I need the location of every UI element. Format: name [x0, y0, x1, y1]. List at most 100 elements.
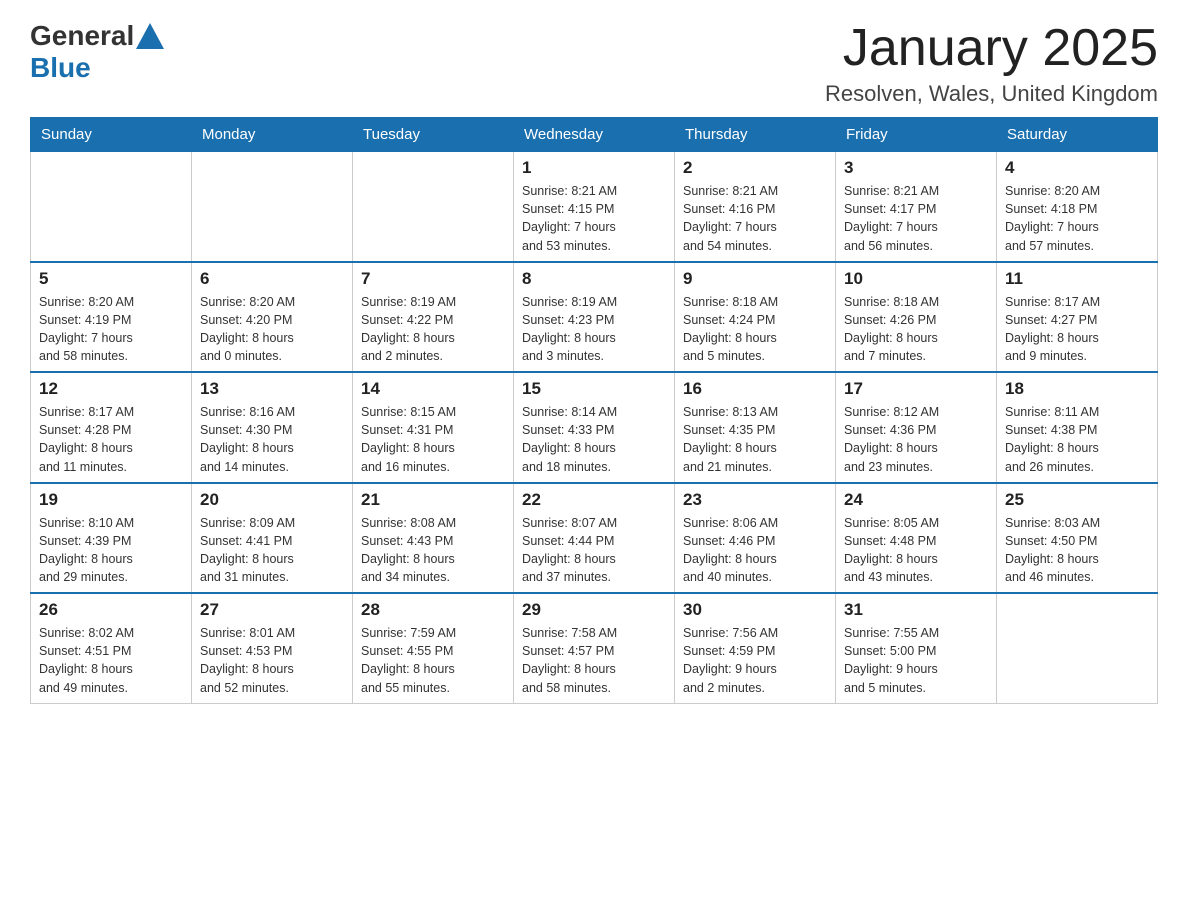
calendar-day-cell: 26Sunrise: 8:02 AMSunset: 4:51 PMDayligh…: [31, 593, 192, 703]
day-info: Sunrise: 7:59 AMSunset: 4:55 PMDaylight:…: [361, 624, 505, 697]
day-info: Sunrise: 8:15 AMSunset: 4:31 PMDaylight:…: [361, 403, 505, 476]
calendar-day-cell: 19 Sunrise: 8:10 AMSunset: 4:39 PMDayligh…: [31, 483, 192, 594]
day-info: Sunrise: 8:10 AMSunset: 4:39 PMDaylight:…: [39, 514, 183, 587]
calendar-day-cell: 16Sunrise: 8:13 AMSunset: 4:35 PMDayligh…: [675, 372, 836, 483]
day-info: Sunrise: 8:21 AMSunset: 4:15 PMDaylight:…: [522, 182, 666, 255]
day-number: 24: [844, 490, 988, 510]
calendar-day-cell: [997, 593, 1158, 703]
day-info: Sunrise: 8:08 AMSunset: 4:43 PMDaylight:…: [361, 514, 505, 587]
header-sunday: Sunday: [31, 118, 192, 152]
day-number: 11: [1005, 269, 1149, 289]
calendar-day-cell: 17 Sunrise: 8:12 AMSunset: 4:36 PMDayligh…: [836, 372, 997, 483]
calendar-day-cell: 13Sunrise: 8:16 AMSunset: 4:30 PMDayligh…: [192, 372, 353, 483]
day-info: Sunrise: 8:20 AMSunset: 4:19 PMDaylight:…: [39, 293, 183, 366]
calendar-day-cell: 30Sunrise: 7:56 AMSunset: 4:59 PMDayligh…: [675, 593, 836, 703]
day-number: 19: [39, 490, 183, 510]
calendar-day-cell: 31 Sunrise: 7:55 AMSunset: 5:00 PMDayligh…: [836, 593, 997, 703]
logo-blue-text: Blue: [30, 52, 91, 83]
day-info: Sunrise: 8:02 AMSunset: 4:51 PMDaylight:…: [39, 624, 183, 697]
day-info: Sunrise: 8:05 AMSunset: 4:48 PMDaylight:…: [844, 514, 988, 587]
calendar-table: Sunday Monday Tuesday Wednesday Thursday…: [30, 117, 1158, 704]
day-number: 3: [844, 158, 988, 178]
day-info: Sunrise: 8:12 AMSunset: 4:36 PMDaylight:…: [844, 403, 988, 476]
calendar-day-cell: 10 Sunrise: 8:18 AMSunset: 4:26 PMDayligh…: [836, 262, 997, 373]
day-number: 6: [200, 269, 344, 289]
calendar-day-cell: [353, 152, 514, 262]
day-info: Sunrise: 7:55 AMSunset: 5:00 PMDaylight:…: [844, 624, 988, 697]
day-number: 28: [361, 600, 505, 620]
logo-general-text: General: [30, 20, 134, 52]
day-number: 27: [200, 600, 344, 620]
day-info: Sunrise: 8:18 AMSunset: 4:24 PMDaylight:…: [683, 293, 827, 366]
header-monday: Monday: [192, 118, 353, 152]
calendar-day-cell: 23 Sunrise: 8:06 AMSunset: 4:46 PMDayligh…: [675, 483, 836, 594]
calendar-day-cell: 14 Sunrise: 8:15 AMSunset: 4:31 PMDayligh…: [353, 372, 514, 483]
calendar-day-cell: 1 Sunrise: 8:21 AMSunset: 4:15 PMDaylight…: [514, 152, 675, 262]
calendar-day-cell: 11 Sunrise: 8:17 AMSunset: 4:27 PMDayligh…: [997, 262, 1158, 373]
logo-triangle-icon: [136, 21, 164, 49]
day-info: Sunrise: 8:16 AMSunset: 4:30 PMDaylight:…: [200, 403, 344, 476]
header-thursday: Thursday: [675, 118, 836, 152]
page-header: General Blue January 2025 Resolven, Wale…: [30, 20, 1158, 107]
calendar-day-cell: 18Sunrise: 8:11 AMSunset: 4:38 PMDayligh…: [997, 372, 1158, 483]
header-tuesday: Tuesday: [353, 118, 514, 152]
day-info: Sunrise: 8:01 AMSunset: 4:53 PMDaylight:…: [200, 624, 344, 697]
location-title: Resolven, Wales, United Kingdom: [825, 81, 1158, 107]
calendar-day-cell: 12Sunrise: 8:17 AMSunset: 4:28 PMDayligh…: [31, 372, 192, 483]
header-friday: Friday: [836, 118, 997, 152]
day-number: 22: [522, 490, 666, 510]
day-info: Sunrise: 8:07 AMSunset: 4:44 PMDaylight:…: [522, 514, 666, 587]
calendar-day-cell: 5 Sunrise: 8:20 AMSunset: 4:19 PMDaylight…: [31, 262, 192, 373]
weekday-header-row: Sunday Monday Tuesday Wednesday Thursday…: [31, 118, 1158, 152]
calendar-day-cell: 15 Sunrise: 8:14 AMSunset: 4:33 PMDayligh…: [514, 372, 675, 483]
day-number: 31: [844, 600, 988, 620]
day-info: Sunrise: 8:19 AMSunset: 4:23 PMDaylight:…: [522, 293, 666, 366]
calendar-day-cell: [31, 152, 192, 262]
day-info: Sunrise: 7:58 AMSunset: 4:57 PMDaylight:…: [522, 624, 666, 697]
logo: General Blue: [30, 20, 164, 84]
day-number: 29: [522, 600, 666, 620]
calendar-day-cell: 28 Sunrise: 7:59 AMSunset: 4:55 PMDayligh…: [353, 593, 514, 703]
day-info: Sunrise: 8:21 AMSunset: 4:17 PMDaylight:…: [844, 182, 988, 255]
calendar-day-cell: [192, 152, 353, 262]
day-number: 5: [39, 269, 183, 289]
calendar-week-row: 26Sunrise: 8:02 AMSunset: 4:51 PMDayligh…: [31, 593, 1158, 703]
day-number: 23: [683, 490, 827, 510]
day-number: 1: [522, 158, 666, 178]
calendar-day-cell: 6 Sunrise: 8:20 AMSunset: 4:20 PMDaylight…: [192, 262, 353, 373]
calendar-day-cell: 21 Sunrise: 8:08 AMSunset: 4:43 PMDayligh…: [353, 483, 514, 594]
day-info: Sunrise: 8:17 AMSunset: 4:27 PMDaylight:…: [1005, 293, 1149, 366]
calendar-week-row: 1 Sunrise: 8:21 AMSunset: 4:15 PMDaylight…: [31, 152, 1158, 262]
day-number: 25: [1005, 490, 1149, 510]
day-number: 4: [1005, 158, 1149, 178]
calendar-day-cell: 7Sunrise: 8:19 AMSunset: 4:22 PMDaylight…: [353, 262, 514, 373]
day-number: 8: [522, 269, 666, 289]
header-wednesday: Wednesday: [514, 118, 675, 152]
calendar-day-cell: 4 Sunrise: 8:20 AMSunset: 4:18 PMDaylight…: [997, 152, 1158, 262]
day-info: Sunrise: 8:14 AMSunset: 4:33 PMDaylight:…: [522, 403, 666, 476]
day-number: 12: [39, 379, 183, 399]
day-number: 18: [1005, 379, 1149, 399]
calendar-day-cell: 9 Sunrise: 8:18 AMSunset: 4:24 PMDaylight…: [675, 262, 836, 373]
day-number: 2: [683, 158, 827, 178]
day-info: Sunrise: 8:20 AMSunset: 4:18 PMDaylight:…: [1005, 182, 1149, 255]
day-number: 15: [522, 379, 666, 399]
day-number: 9: [683, 269, 827, 289]
day-info: Sunrise: 8:06 AMSunset: 4:46 PMDaylight:…: [683, 514, 827, 587]
day-number: 7: [361, 269, 505, 289]
day-number: 14: [361, 379, 505, 399]
month-title: January 2025: [825, 20, 1158, 77]
day-number: 21: [361, 490, 505, 510]
day-info: Sunrise: 8:13 AMSunset: 4:35 PMDaylight:…: [683, 403, 827, 476]
calendar-day-cell: 2Sunrise: 8:21 AMSunset: 4:16 PMDaylight…: [675, 152, 836, 262]
day-info: Sunrise: 8:09 AMSunset: 4:41 PMDaylight:…: [200, 514, 344, 587]
day-number: 30: [683, 600, 827, 620]
calendar-day-cell: 29 Sunrise: 7:58 AMSunset: 4:57 PMDayligh…: [514, 593, 675, 703]
day-number: 17: [844, 379, 988, 399]
day-number: 10: [844, 269, 988, 289]
calendar-day-cell: 8 Sunrise: 8:19 AMSunset: 4:23 PMDaylight…: [514, 262, 675, 373]
day-number: 20: [200, 490, 344, 510]
day-info: Sunrise: 8:20 AMSunset: 4:20 PMDaylight:…: [200, 293, 344, 366]
day-info: Sunrise: 8:18 AMSunset: 4:26 PMDaylight:…: [844, 293, 988, 366]
header-saturday: Saturday: [997, 118, 1158, 152]
